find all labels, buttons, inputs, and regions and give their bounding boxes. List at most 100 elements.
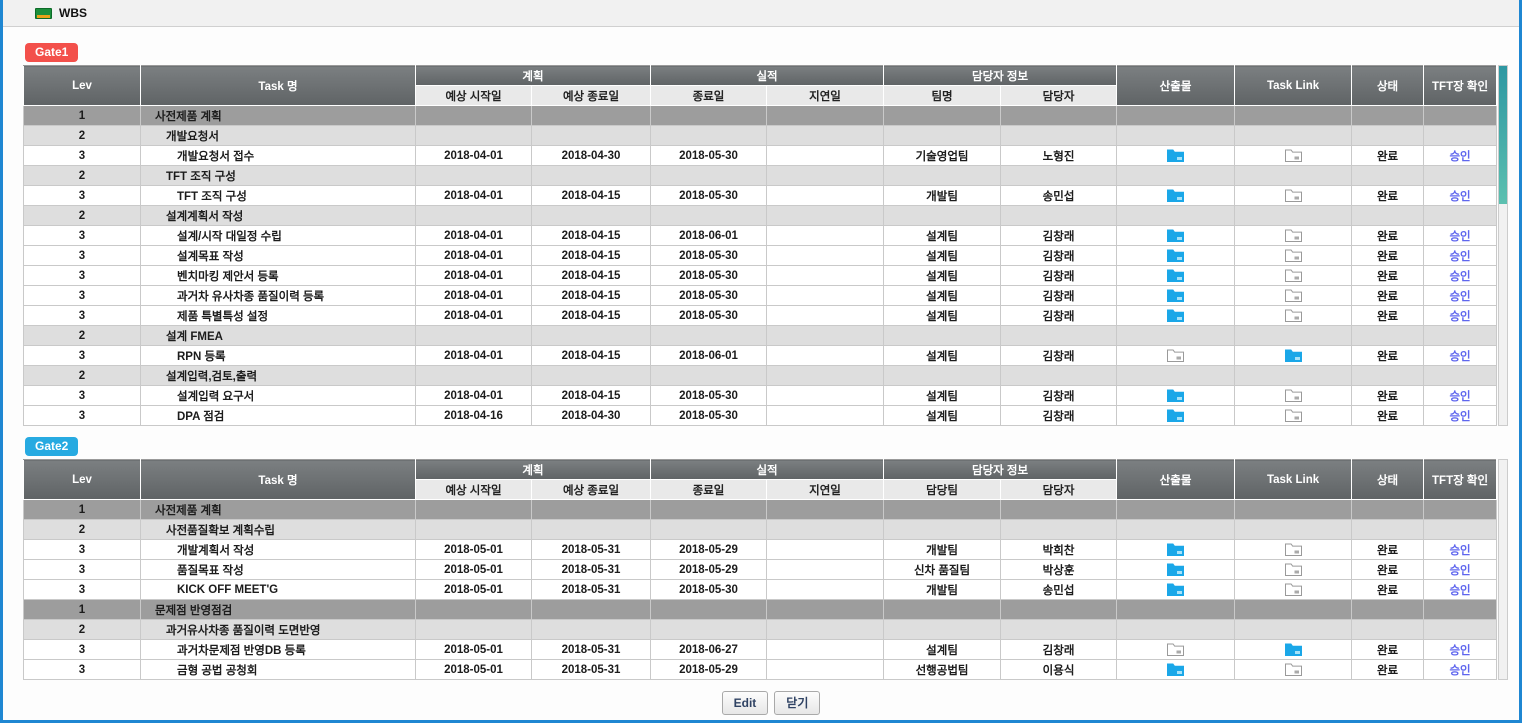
- approve-link[interactable]: 승인: [1449, 231, 1470, 243]
- folder-gray-icon[interactable]: [1285, 389, 1302, 402]
- folder-gray-icon[interactable]: [1285, 543, 1302, 556]
- folder-blue-icon[interactable]: [1167, 289, 1184, 302]
- table-row: 3품질목표 작성2018-05-012018-05-312018-05-29신차…: [24, 560, 1497, 580]
- col-group-plan: 계획: [416, 66, 651, 86]
- lev-cell: 2: [24, 520, 141, 540]
- folder-gray-icon[interactable]: [1285, 583, 1302, 596]
- output-cell: [1117, 306, 1235, 326]
- approve-link[interactable]: 승인: [1449, 191, 1470, 203]
- task-name-link[interactable]: TFT 조직 구성: [177, 191, 247, 203]
- lev-cell: 3: [24, 346, 141, 366]
- edit-button[interactable]: Edit: [722, 691, 769, 715]
- approve-link[interactable]: 승인: [1449, 411, 1470, 423]
- folder-gray-icon[interactable]: [1167, 643, 1184, 656]
- close-button[interactable]: 닫기: [774, 691, 820, 715]
- task-name-cell: 과거차 유사차종 품질이력 등록: [141, 286, 416, 306]
- owner-cell: [1001, 326, 1117, 346]
- folder-gray-icon[interactable]: [1285, 309, 1302, 322]
- lev-cell: 3: [24, 306, 141, 326]
- plan-end-cell: 2018-04-15: [532, 246, 651, 266]
- task-name-cell: 설계입력 요구서: [141, 386, 416, 406]
- approve-link[interactable]: 승인: [1449, 311, 1470, 323]
- folder-blue-icon[interactable]: [1167, 269, 1184, 282]
- approve-link[interactable]: 승인: [1449, 665, 1470, 677]
- approve-link[interactable]: 승인: [1449, 251, 1470, 263]
- folder-blue-icon[interactable]: [1167, 389, 1184, 402]
- col-header-end: 종료일: [651, 480, 767, 500]
- folder-gray-icon[interactable]: [1285, 189, 1302, 202]
- gate-section: Gate2 Lev Task 명 계획 실적 담: [23, 437, 1519, 680]
- approve-link[interactable]: 승인: [1449, 151, 1470, 163]
- folder-gray-icon[interactable]: [1285, 269, 1302, 282]
- folder-blue-icon[interactable]: [1167, 543, 1184, 556]
- folder-blue-icon[interactable]: [1167, 229, 1184, 242]
- folder-gray-icon[interactable]: [1285, 409, 1302, 422]
- folder-blue-icon[interactable]: [1167, 563, 1184, 576]
- approve-link[interactable]: 승인: [1449, 391, 1470, 403]
- task-link-cell: [1235, 186, 1352, 206]
- task-name-link[interactable]: 금형 공법 공청회: [177, 665, 257, 677]
- task-name-link[interactable]: 개발계획서 작성: [177, 545, 254, 557]
- approve-link[interactable]: 승인: [1449, 585, 1470, 597]
- task-link-cell: [1235, 266, 1352, 286]
- task-name-cell: 설계/시작 대일정 수립: [141, 226, 416, 246]
- folder-gray-icon[interactable]: [1285, 249, 1302, 262]
- task-name-link[interactable]: 품질목표 작성: [177, 565, 244, 577]
- task-name-link[interactable]: 개발요청서 접수: [177, 151, 254, 163]
- lev-cell: 2: [24, 366, 141, 386]
- task-name-link[interactable]: RPN 등록: [177, 351, 226, 363]
- task-name-link[interactable]: 벤치마킹 제안서 등록: [177, 271, 279, 283]
- team-cell: 설계팀: [884, 246, 1001, 266]
- folder-gray-icon[interactable]: [1285, 149, 1302, 162]
- actual-end-cell: 2018-06-27: [651, 640, 767, 660]
- output-cell: [1117, 406, 1235, 426]
- status-cell: 완료: [1352, 306, 1424, 326]
- folder-blue-icon[interactable]: [1167, 249, 1184, 262]
- col-header-tft-confirm: TFT장 확인: [1424, 66, 1497, 106]
- approve-link[interactable]: 승인: [1449, 565, 1470, 577]
- folder-blue-icon[interactable]: [1167, 663, 1184, 676]
- folder-blue-icon[interactable]: [1167, 189, 1184, 202]
- task-link-cell: [1235, 366, 1352, 386]
- task-name-link[interactable]: 과거차문제점 반영DB 등록: [177, 645, 306, 657]
- task-name-link[interactable]: 과거차 유사차종 품질이력 등록: [177, 291, 324, 303]
- approve-link[interactable]: 승인: [1449, 291, 1470, 303]
- folder-gray-icon[interactable]: [1285, 663, 1302, 676]
- folder-blue-icon[interactable]: [1285, 643, 1302, 656]
- approve-link[interactable]: 승인: [1449, 271, 1470, 283]
- approve-link[interactable]: 승인: [1449, 351, 1470, 363]
- folder-blue-icon[interactable]: [1167, 309, 1184, 322]
- delay-cell: [767, 346, 884, 366]
- col-header-task: Task 명: [141, 460, 416, 500]
- owner-cell: 이용식: [1001, 660, 1117, 680]
- col-header-output: 산출물: [1117, 66, 1235, 106]
- task-name-link[interactable]: KICK OFF MEET'G: [177, 584, 278, 596]
- vertical-scrollbar[interactable]: [1498, 459, 1508, 680]
- task-name-cell: 문제점 반영점검: [141, 600, 416, 620]
- folder-gray-icon[interactable]: [1285, 563, 1302, 576]
- vertical-scrollbar[interactable]: [1498, 65, 1508, 426]
- task-name-link[interactable]: 설계목표 작성: [177, 251, 244, 263]
- task-name-link[interactable]: 제품 특별특성 설정: [177, 311, 268, 323]
- lev-cell: 3: [24, 640, 141, 660]
- folder-gray-icon[interactable]: [1285, 289, 1302, 302]
- task-name-link[interactable]: 설계/시작 대일정 수립: [177, 231, 282, 243]
- plan-end-cell: [532, 166, 651, 186]
- folder-gray-icon[interactable]: [1285, 229, 1302, 242]
- task-name-link[interactable]: DPA 점검: [177, 411, 224, 423]
- scrollbar-thumb[interactable]: [1499, 66, 1507, 204]
- folder-blue-icon[interactable]: [1167, 409, 1184, 422]
- col-header-plan-start: 예상 시작일: [416, 86, 532, 106]
- actual-end-cell: 2018-05-30: [651, 186, 767, 206]
- delay-cell: [767, 500, 884, 520]
- approve-link[interactable]: 승인: [1449, 545, 1470, 557]
- task-name-cell: 금형 공법 공청회: [141, 660, 416, 680]
- plan-end-cell: 2018-04-15: [532, 346, 651, 366]
- folder-gray-icon[interactable]: [1167, 349, 1184, 362]
- task-name-cell: 설계 FMEA: [141, 326, 416, 346]
- folder-blue-icon[interactable]: [1167, 149, 1184, 162]
- folder-blue-icon[interactable]: [1167, 583, 1184, 596]
- approve-link[interactable]: 승인: [1449, 645, 1470, 657]
- task-name-link[interactable]: 설계입력 요구서: [177, 391, 254, 403]
- folder-blue-icon[interactable]: [1285, 349, 1302, 362]
